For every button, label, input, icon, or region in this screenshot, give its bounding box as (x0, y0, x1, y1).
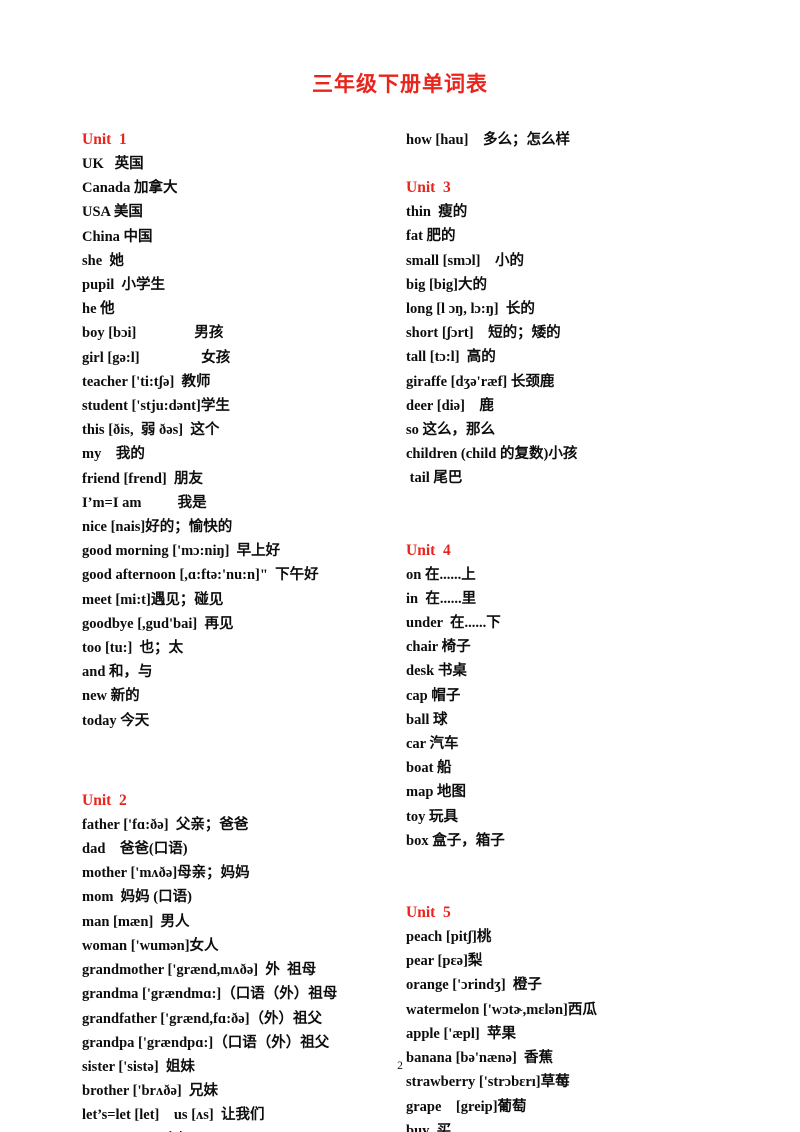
word-entry: giraffe [dʒə'ræf] 长颈鹿 (406, 373, 555, 390)
word-entry: so 这么，那么 (406, 422, 496, 439)
word-entry: under 在......下 (406, 615, 501, 632)
word-entry: friend [frend] 朋友 (82, 470, 203, 487)
word-entry: he 他 (82, 301, 115, 318)
unit-gap (406, 491, 790, 539)
word-entry: boy [bɔi] 男孩 (82, 325, 224, 342)
word-entry: short [ʃɔrt] 短的；矮的 (406, 325, 561, 342)
word-entry: deer [diə] 鹿 (406, 397, 494, 414)
word-entry: student ['stju:dənt]学生 (82, 398, 230, 415)
word-entry: apple ['æpl] 苹果 (406, 1025, 516, 1042)
word-entry: orange ['ɔrindʒ] 橙子 (406, 977, 542, 994)
unit-gap (82, 733, 390, 789)
word-entry: today 今天 (82, 712, 150, 729)
word-entry: chair 椅子 (406, 639, 471, 656)
word-entry: good morning ['mɔ:niŋ] 早上好 (82, 543, 281, 560)
word-entry: tall [tɔ:l] 高的 (406, 349, 496, 366)
word-entry: mom 妈妈 (口语) (82, 889, 192, 906)
word-entry: car 汽车 (406, 736, 459, 753)
word-entry: China 中国 (82, 228, 153, 245)
word-entry: big [big]大的 (406, 276, 487, 293)
word-entry: this [ðis, 弱 ðəs] 这个 (82, 422, 220, 439)
word-entry: thin 瘦的 (406, 204, 468, 221)
word-entry: toy 玩具 (406, 808, 458, 825)
word-entry: I’m=I am 我是 (82, 494, 207, 511)
word-entry: peach [pitʃ]桃 (406, 929, 492, 946)
unit-heading-5: Unit 5 (406, 904, 451, 922)
word-entry: watermelon ['wɔtɚ,mɛlən]西瓜 (406, 1001, 597, 1018)
word-entry: pear [pɛə]梨 (406, 953, 483, 970)
word-entry: fat 肥的 (406, 228, 456, 245)
page-title: 三年级下册单词表 (312, 72, 488, 96)
word-entry: desk 书桌 (406, 663, 467, 680)
word-entry: let’s=let [let] us [ʌs] 让我们 (82, 1107, 265, 1124)
word-entry: small [smɔl] 小的 (406, 252, 524, 269)
unit-gap (406, 152, 790, 176)
unit-heading-3: Unit 3 (406, 179, 451, 197)
word-entry: girl [gə:l] 女孩 (82, 349, 231, 366)
word-entry: tail 尾巴 (406, 470, 463, 487)
word-entry: teacher ['ti:tʃə] 教师 (82, 373, 211, 390)
word-entry: goodbye [,gud'bai] 再见 (82, 615, 234, 632)
word-entry: cap 帽子 (406, 687, 461, 704)
word-entry: man [mæn] 男人 (82, 913, 190, 930)
word-entry: and 和，与 (82, 664, 153, 681)
word-entry: grape [greip]葡萄 (406, 1098, 527, 1115)
unit-gap (406, 853, 790, 901)
word-entry: meet [mi:t]遇见；碰见 (82, 591, 224, 608)
word-entry: strawberry ['strɔbɛrı]草莓 (406, 1074, 570, 1091)
unit-heading-4: Unit 4 (406, 541, 451, 559)
word-entry: grandpa ['grændpɑ:]（口语（外）祖父 (82, 1034, 330, 1051)
word-entry: brother ['brʌðə] 兄妹 (82, 1083, 218, 1100)
unit-heading-1: Unit 1 (82, 131, 127, 148)
word-entry: on 在......上 (406, 566, 476, 583)
word-entry: buy 买 (406, 1122, 452, 1132)
word-entry: too [tu:] 也；太 (82, 640, 184, 657)
word-entry: USA 美国 (82, 204, 143, 221)
word-entry: my 我的 (82, 446, 145, 463)
two-column-body: Unit 1 UK 英国 Canada 加拿大 USA 美国 China 中国 … (0, 128, 800, 1132)
word-entry: UK 英国 (82, 156, 144, 172)
word-entry: long [l ɔŋ, lɔ:ŋ] 长的 (406, 301, 535, 318)
word-entry: good afternoon [,ɑ:ftə:'nu:n]" 下午好 (82, 567, 319, 584)
word-entry: dad 爸爸(口语) (82, 841, 188, 858)
word-entry: pupil 小学生 (82, 277, 165, 294)
word-entry: Canada 加拿大 (82, 180, 178, 197)
word-entry: woman ['wumən]女人 (82, 937, 219, 954)
unit-heading-2: Unit 2 (82, 791, 127, 809)
page-number: 2 (397, 1060, 403, 1072)
word-entry: how [hau] 多么；怎么样 (406, 132, 570, 148)
word-entry: grandmother ['grænd,mʌðə] 外 祖母 (82, 962, 317, 979)
word-entry: in 在......里 (406, 590, 477, 607)
word-entry: new 新的 (82, 688, 140, 705)
word-entry: ball 球 (406, 711, 448, 728)
word-entry: map 地图 (406, 784, 467, 801)
left-column: Unit 1 UK 英国 Canada 加拿大 USA 美国 China 中国 … (0, 128, 400, 1132)
word-entry: children (child 的复数)小孩 (406, 446, 578, 463)
word-entry: grandfather ['grænd,fɑ:ðə]（外）祖父 (82, 1010, 323, 1027)
word-entry: nice [nais]好的；愉快的 (82, 519, 233, 536)
document-page: 三年级下册单词表 Unit 1 UK 英国 Canada 加拿大 USA 美国 … (0, 0, 800, 1132)
word-entry: she 她 (82, 252, 124, 269)
word-entry: boat 船 (406, 760, 452, 777)
right-column: how [hau] 多么；怎么样 Unit 3 thin 瘦的 fat 肥的 s… (400, 128, 800, 1132)
word-entry: mother ['mʌðə]母亲；妈妈 (82, 865, 250, 882)
word-entry: father ['fɑ:ðə] 父亲；爸爸 (82, 816, 249, 833)
word-entry: great [greit] 太好了 (82, 1128, 390, 1132)
word-entry: box 盒子，箱子 (406, 832, 505, 849)
word-entry: grandma ['grændmɑ:]（口语（外）祖母 (82, 986, 338, 1003)
